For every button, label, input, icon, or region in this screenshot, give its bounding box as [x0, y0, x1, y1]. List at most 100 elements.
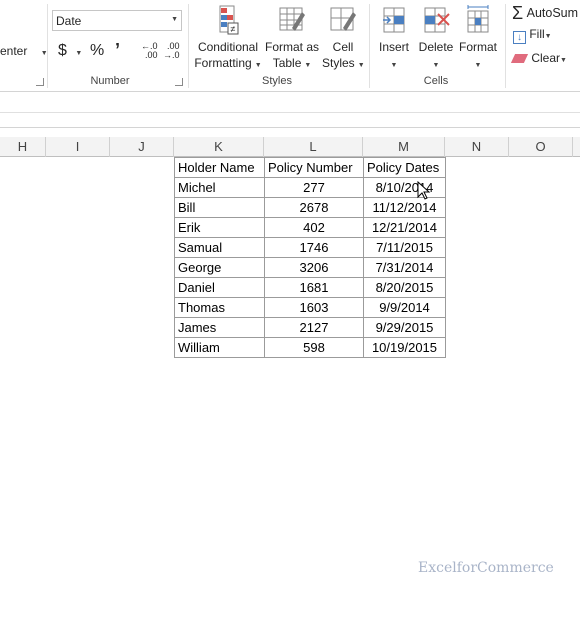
table-cell[interactable]: William [174, 337, 265, 358]
table-cell[interactable]: 8/20/2015 [363, 277, 446, 298]
conditional-formatting-button[interactable]: ≠ Conditional Formatting ▼ [192, 4, 264, 74]
table-cell[interactable]: 9/9/2014 [363, 297, 446, 318]
comma-style-button[interactable]: ’ [115, 40, 120, 61]
delete-cells-button[interactable]: Delete ▼ [415, 4, 457, 74]
chevron-down-icon: ▼ [390, 62, 398, 69]
cell-styles-icon [330, 7, 356, 31]
column-header-m[interactable]: M [363, 137, 445, 157]
number-group-label: Number [90, 75, 130, 87]
format-as-table-line2: Table [272, 56, 302, 70]
column-header-o[interactable]: O [509, 137, 573, 157]
table-cell[interactable]: George [174, 257, 265, 278]
table-cell[interactable]: 10/19/2015 [363, 337, 446, 358]
insert-cells-icon [383, 7, 405, 33]
table-cell[interactable]: 2127 [264, 317, 364, 338]
table-cell[interactable]: 277 [264, 177, 364, 198]
table-cell[interactable]: James [174, 317, 265, 338]
table-cell[interactable]: Bill [174, 197, 265, 218]
chevron-down-icon: ▼ [254, 62, 262, 69]
conditional-formatting-line2: Formatting [194, 56, 252, 70]
fill-down-icon: ↓ [513, 31, 526, 44]
mouse-pointer-icon [417, 181, 431, 200]
autosum-label: AutoSum [526, 6, 579, 20]
table-cell[interactable]: 7/31/2014 [363, 257, 446, 278]
divider [505, 4, 506, 88]
chevron-down-icon: ▼ [171, 16, 178, 23]
table-cell[interactable]: Thomas [174, 297, 265, 318]
column-header-k[interactable]: K [174, 137, 264, 157]
merge-center-label: enter [0, 44, 28, 58]
decrease-decimal-button[interactable]: .00 →.0 [163, 42, 180, 60]
delete-cells-label: Delete [418, 40, 454, 54]
table-cell[interactable]: 8/10/2014 [363, 177, 446, 198]
formula-bar-area [0, 92, 580, 128]
table-row: Michel 277 8/10/2014 [174, 177, 446, 198]
insert-cells-label: Insert [378, 40, 409, 54]
column-header-l[interactable]: L [264, 137, 363, 157]
table-cell[interactable]: 11/12/2014 [363, 197, 446, 218]
fill-button[interactable]: ↓ Fill▼ [513, 27, 552, 44]
table-row: Daniel 1681 8/20/2015 [174, 277, 446, 298]
chevron-down-icon: ▼ [474, 62, 482, 69]
watermark: ExcelforCommerce [418, 560, 554, 576]
table-cell[interactable]: 3206 [264, 257, 364, 278]
header-cell[interactable]: Policy Number [264, 157, 364, 178]
table-row: Thomas 1603 9/9/2014 [174, 297, 446, 318]
conditional-formatting-line1: Conditional [197, 40, 259, 54]
number-launcher-icon[interactable] [175, 78, 183, 86]
decrease-decimal-bottom: →.0 [163, 50, 180, 60]
cell-styles-line2: Styles [322, 56, 355, 70]
format-cells-label: Format [458, 40, 497, 54]
format-as-table-button[interactable]: Format as Table ▼ [263, 4, 321, 74]
table-cell[interactable]: 12/21/2014 [363, 217, 446, 238]
header-cell[interactable]: Policy Dates [363, 157, 446, 178]
merge-center-button[interactable]: enter ▼ [0, 44, 48, 58]
chevron-down-icon: ▼ [304, 62, 312, 69]
column-header-n[interactable]: N [445, 137, 509, 157]
ribbon: enter ▼ Date ▼ $ ▼ % ’ ←.0 .00 .00 →.0 N… [0, 0, 580, 92]
styles-group-label: Styles [262, 75, 292, 87]
format-cells-icon [467, 5, 489, 33]
format-cells-button[interactable]: Format ▼ [457, 4, 499, 74]
insert-cells-button[interactable]: Insert ▼ [374, 4, 414, 74]
clear-button[interactable]: Clear▼ [510, 51, 567, 65]
table-cell[interactable]: 1681 [264, 277, 364, 298]
autosum-button[interactable]: Σ AutoSum [512, 3, 578, 24]
divider [369, 4, 370, 88]
table-cell[interactable]: 2678 [264, 197, 364, 218]
currency-button[interactable]: $ ▼ [58, 42, 82, 60]
table-cell[interactable]: 1746 [264, 237, 364, 258]
divider [188, 4, 189, 88]
table-cell[interactable]: Daniel [174, 277, 265, 298]
column-header-h[interactable]: H [0, 137, 46, 157]
table-cell[interactable]: Michel [174, 177, 265, 198]
clear-label: Clear [531, 51, 561, 65]
alignment-launcher-icon[interactable] [36, 78, 44, 86]
percent-button[interactable]: % [90, 42, 104, 60]
chevron-down-icon: ▼ [357, 62, 365, 69]
chevron-down-icon: ▼ [544, 33, 552, 40]
column-header-i[interactable]: I [46, 137, 110, 157]
delete-cells-icon [424, 7, 450, 33]
number-format-select[interactable]: Date ▼ [52, 10, 182, 31]
conditional-formatting-icon: ≠ [219, 5, 239, 35]
table-cell[interactable]: 598 [264, 337, 364, 358]
divider [0, 127, 580, 128]
table-row: James 2127 9/29/2015 [174, 317, 446, 338]
chevron-down-icon: ▼ [432, 62, 440, 69]
table-cell[interactable]: 7/11/2015 [363, 237, 446, 258]
header-cell[interactable]: Holder Name [174, 157, 265, 178]
table-cell[interactable]: 402 [264, 217, 364, 238]
table-cell[interactable]: Erik [174, 217, 265, 238]
table-cell[interactable]: Samual [174, 237, 265, 258]
table-row: Samual 1746 7/11/2015 [174, 237, 446, 258]
increase-decimal-bottom: .00 [145, 50, 158, 60]
increase-decimal-button[interactable]: ←.0 .00 [141, 42, 158, 60]
table-cell[interactable]: 9/29/2015 [363, 317, 446, 338]
table-header-row: Holder Name Policy Number Policy Dates [174, 157, 446, 178]
policy-table: Holder Name Policy Number Policy Dates M… [174, 157, 446, 358]
column-header-j[interactable]: J [110, 137, 174, 157]
divider [47, 4, 48, 88]
cell-styles-button[interactable]: Cell Styles ▼ [322, 4, 365, 74]
table-cell[interactable]: 1603 [264, 297, 364, 318]
